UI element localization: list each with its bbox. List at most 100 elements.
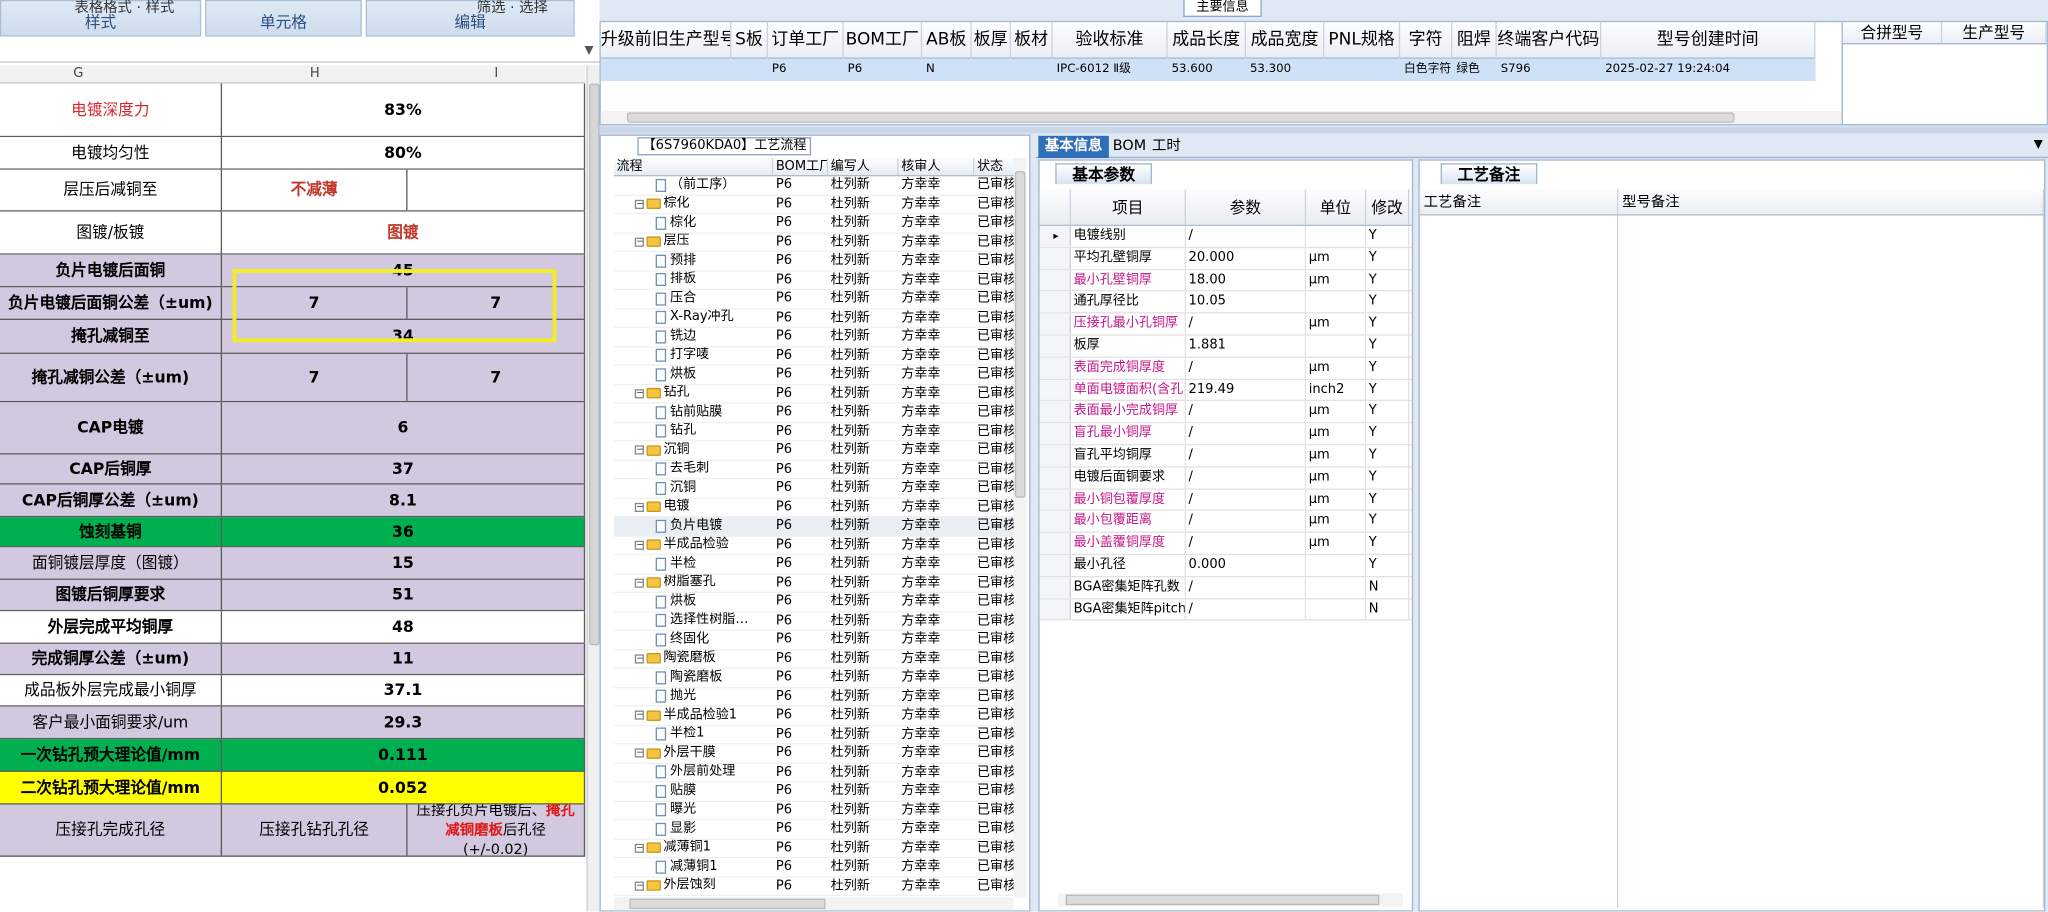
- tree-node[interactable]: − 半成品检验: [614, 536, 773, 554]
- value-cell[interactable]: 6: [222, 402, 586, 454]
- tree-node[interactable]: − 钻孔: [614, 385, 773, 403]
- param-row[interactable]: BGA密集矩阵孔数 / N: [1039, 576, 1412, 599]
- value-cell-h[interactable]: 不减薄: [222, 169, 408, 211]
- tree-row[interactable]: 打字唛 P6 杜列新 方幸幸 已审核: [613, 347, 1027, 366]
- unit-cell[interactable]: [1306, 576, 1367, 598]
- tree-row[interactable]: 铣边 P6 杜列新 方幸幸 已审核: [613, 328, 1027, 347]
- column-header[interactable]: BOM工厂: [844, 22, 923, 59]
- param-row[interactable]: 压接孔最小孔铜厚 / μm Y: [1039, 313, 1412, 336]
- row-label-cell[interactable]: CAP电镀: [0, 402, 223, 454]
- unit-cell[interactable]: [1306, 555, 1367, 576]
- modify-cell[interactable]: Y: [1366, 291, 1410, 313]
- item-cell[interactable]: 盲孔最小铜厚: [1071, 423, 1186, 445]
- unit-cell[interactable]: [1306, 225, 1367, 247]
- cell[interactable]: N: [922, 59, 972, 81]
- param-row[interactable]: 最小包覆距离 / μm Y: [1039, 511, 1412, 534]
- unit-cell[interactable]: μm: [1306, 269, 1367, 291]
- item-cell[interactable]: 通孔厚径比: [1071, 291, 1186, 313]
- tree-node[interactable]: 棕化: [614, 214, 773, 232]
- item-cell[interactable]: 电镀线别: [1071, 225, 1186, 247]
- row-indicator[interactable]: [1039, 598, 1072, 620]
- value-cell[interactable]: /: [1186, 225, 1307, 247]
- tree-row[interactable]: − 半成品检验 P6 杜列新 方幸幸 已审核: [613, 536, 1027, 556]
- value-cell[interactable]: 10.05: [1186, 291, 1307, 313]
- tree-row[interactable]: 负片电镀 P6 杜列新 方幸幸 已审核: [613, 517, 1027, 537]
- cell[interactable]: 53.600: [1168, 59, 1246, 81]
- value-cell-h[interactable]: 7: [222, 287, 408, 319]
- tree-node[interactable]: − 减薄铜1: [614, 839, 773, 857]
- column-header[interactable]: 板材: [1011, 22, 1053, 59]
- row-indicator[interactable]: [1039, 313, 1072, 335]
- tree-node[interactable]: 排板: [614, 271, 773, 289]
- modify-cell[interactable]: Y: [1366, 247, 1410, 269]
- column-header[interactable]: 终端客户代码: [1497, 22, 1602, 59]
- row-label-cell[interactable]: 完成铜厚公差（±um): [0, 643, 223, 674]
- value-cell[interactable]: 29.3: [222, 706, 586, 738]
- column-header[interactable]: 修改: [1366, 189, 1410, 225]
- tree-node[interactable]: 铣边: [614, 328, 773, 346]
- merge-model-header[interactable]: 合拼型号: [1843, 22, 1943, 44]
- param-row[interactable]: 表面完成铜厚度 / μm Y: [1039, 357, 1412, 380]
- tree-row[interactable]: 沉铜 P6 杜列新 方幸幸 已审核: [613, 479, 1027, 499]
- row-indicator[interactable]: [1039, 576, 1072, 598]
- row-label-cell[interactable]: 掩孔减铜至: [0, 319, 223, 353]
- tree-node[interactable]: 贴膜: [614, 782, 773, 800]
- unit-cell[interactable]: μm: [1306, 313, 1367, 335]
- unit-cell[interactable]: [1306, 598, 1367, 620]
- value-cell[interactable]: 20.000: [1186, 247, 1307, 269]
- tree-row[interactable]: 终固化 P6 杜列新 方幸幸 已审核: [613, 631, 1027, 650]
- tree-node[interactable]: 去毛刺: [614, 460, 773, 478]
- collapse-icon[interactable]: −: [634, 843, 644, 853]
- value-cell-i[interactable]: 7: [408, 353, 586, 401]
- ribbon-group-editing[interactable]: 筛选 · 选择 编辑: [365, 0, 575, 37]
- modify-cell[interactable]: Y: [1366, 401, 1410, 423]
- item-cell[interactable]: 板厚: [1071, 335, 1186, 357]
- formula-bar[interactable]: ▼: [0, 39, 600, 63]
- row-label-cell[interactable]: 客户最小面铜要求/um: [0, 706, 223, 738]
- cell[interactable]: 白色字符: [1400, 59, 1452, 81]
- value-cell[interactable]: 15: [222, 547, 586, 579]
- collapse-icon[interactable]: −: [634, 502, 644, 512]
- item-cell[interactable]: 最小孔径: [1071, 555, 1186, 576]
- model-note-cell[interactable]: [1618, 215, 2045, 908]
- value-cell-h[interactable]: 压接孔钻孔孔径: [222, 804, 408, 856]
- value-cell[interactable]: 18.00: [1186, 269, 1307, 291]
- tree-node[interactable]: 半检: [614, 555, 773, 573]
- column-header[interactable]: 板厚: [972, 22, 1011, 59]
- value-cell-h[interactable]: 7: [222, 353, 408, 401]
- tree-row[interactable]: 减薄铜1 P6 杜列新 方幸幸 已审核: [613, 858, 1027, 878]
- row-label-cell[interactable]: 压接孔完成孔径: [0, 804, 223, 856]
- tree-row[interactable]: 半检1 P6 杜列新 方幸幸 已审核: [613, 726, 1027, 745]
- value-cell[interactable]: 34: [222, 319, 586, 353]
- row-label-cell[interactable]: 蚀刻基铜: [0, 517, 223, 546]
- value-cell[interactable]: 0.000: [1186, 555, 1307, 576]
- tree-row[interactable]: 抛光 P6 杜列新 方幸幸 已审核: [613, 688, 1027, 707]
- horizontal-scrollbar[interactable]: [613, 897, 1014, 911]
- unit-cell[interactable]: inch2: [1306, 379, 1367, 401]
- tab-hours[interactable]: 工时: [1145, 136, 1187, 158]
- process-note-header[interactable]: 工艺备注: [1420, 189, 1619, 215]
- column-header-g[interactable]: G: [0, 65, 157, 83]
- row-indicator[interactable]: [1039, 555, 1072, 576]
- tree-node[interactable]: X-Ray冲孔: [614, 309, 773, 327]
- tree-row[interactable]: − 减薄铜1 P6 杜列新 方幸幸 已审核: [613, 839, 1027, 859]
- tree-row[interactable]: 预排 P6 杜列新 方幸幸 已审核: [613, 252, 1027, 272]
- unit-cell[interactable]: [1306, 291, 1367, 313]
- collapse-icon[interactable]: −: [634, 578, 644, 588]
- modify-cell[interactable]: Y: [1366, 511, 1410, 532]
- value-cell[interactable]: 0.052: [222, 771, 586, 804]
- modify-cell[interactable]: Y: [1366, 533, 1410, 554]
- section-basic-params[interactable]: 基本参数: [1055, 163, 1153, 185]
- cell[interactable]: IPC-6012 Ⅱ级: [1053, 59, 1168, 81]
- value-cell-i[interactable]: 7: [408, 287, 586, 319]
- item-cell[interactable]: 最小铜包覆厚度: [1071, 489, 1186, 510]
- tree-row[interactable]: （前工序） P6 杜列新 方幸幸 已审核: [613, 176, 1027, 196]
- cell[interactable]: [601, 59, 732, 81]
- cell[interactable]: [731, 59, 768, 81]
- row-label-cell[interactable]: 面铜镀层厚度（图镀）: [0, 547, 223, 579]
- collapse-icon[interactable]: −: [634, 748, 644, 758]
- item-cell[interactable]: BGA密集矩阵pitch: [1071, 598, 1186, 620]
- unit-cell[interactable]: μm: [1306, 533, 1367, 554]
- value-cell[interactable]: 8.1: [222, 484, 586, 516]
- value-cell[interactable]: 51: [222, 579, 586, 610]
